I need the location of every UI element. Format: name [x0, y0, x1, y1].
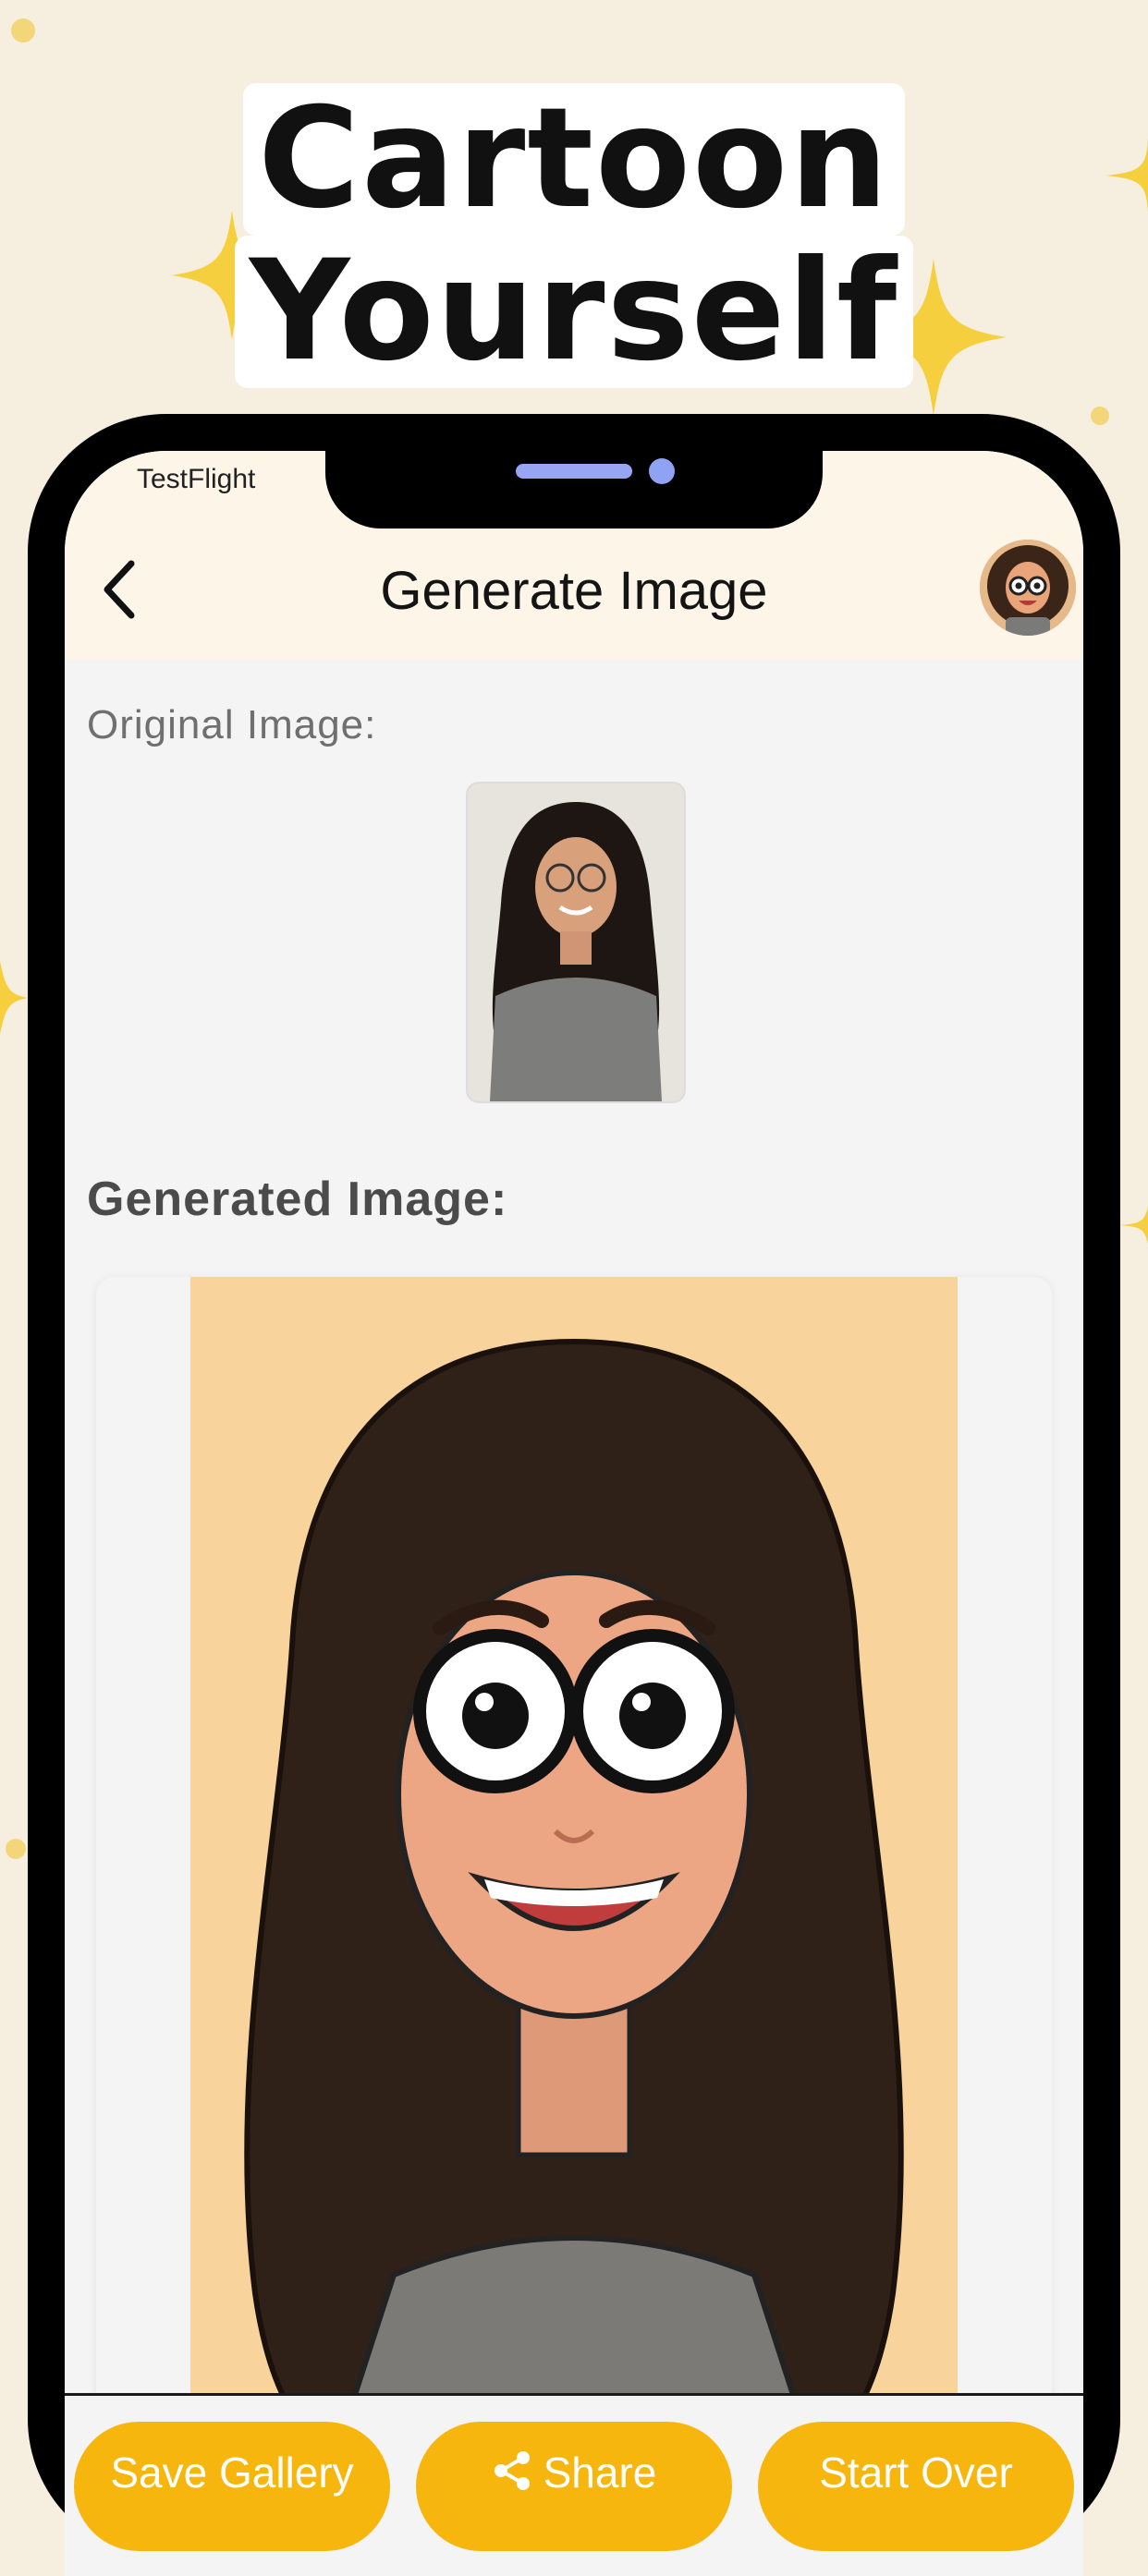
page-title: Generate Image [380, 561, 768, 621]
app-screen: TestFlight Generate Image Original Image… [65, 451, 1083, 2576]
share-icon [492, 2425, 532, 2527]
start-over-button[interactable]: Start Over [758, 2422, 1074, 2551]
decor-dot [1091, 407, 1109, 425]
headline-line-2: Yourself [234, 236, 914, 388]
start-over-label: Start Over [819, 2448, 1013, 2497]
sparkle-icon [0, 961, 28, 1035]
speaker-grille [516, 464, 632, 479]
original-image-label: Original Image: [87, 702, 377, 747]
original-image[interactable] [466, 782, 686, 1103]
share-button[interactable]: Share [416, 2422, 732, 2551]
avatar[interactable] [980, 540, 1076, 636]
cartoon-avatar-image [980, 540, 1076, 636]
status-carrier: TestFlight [137, 464, 256, 494]
headline-line-1: Cartoon [243, 83, 905, 236]
decor-dot [6, 1839, 26, 1859]
decor-dot [11, 18, 35, 43]
front-camera [649, 458, 675, 484]
save-gallery-label: Save Gallery [110, 2448, 354, 2497]
generated-image [190, 1277, 958, 2576]
generated-image-card[interactable] [96, 1277, 1052, 2576]
action-bar: Save Gallery Share Start Over [65, 2393, 1083, 2576]
save-gallery-button[interactable]: Save Gallery [74, 2422, 390, 2551]
cartoon-portrait [190, 1277, 958, 2576]
original-photo [468, 784, 684, 1101]
share-label: Share [543, 2448, 657, 2497]
headline: Cartoon Yourself [0, 83, 1148, 388]
generated-image-label: Generated Image: [87, 1173, 508, 1226]
sparkle-icon [1120, 1207, 1148, 1244]
phone-notch [325, 451, 823, 529]
